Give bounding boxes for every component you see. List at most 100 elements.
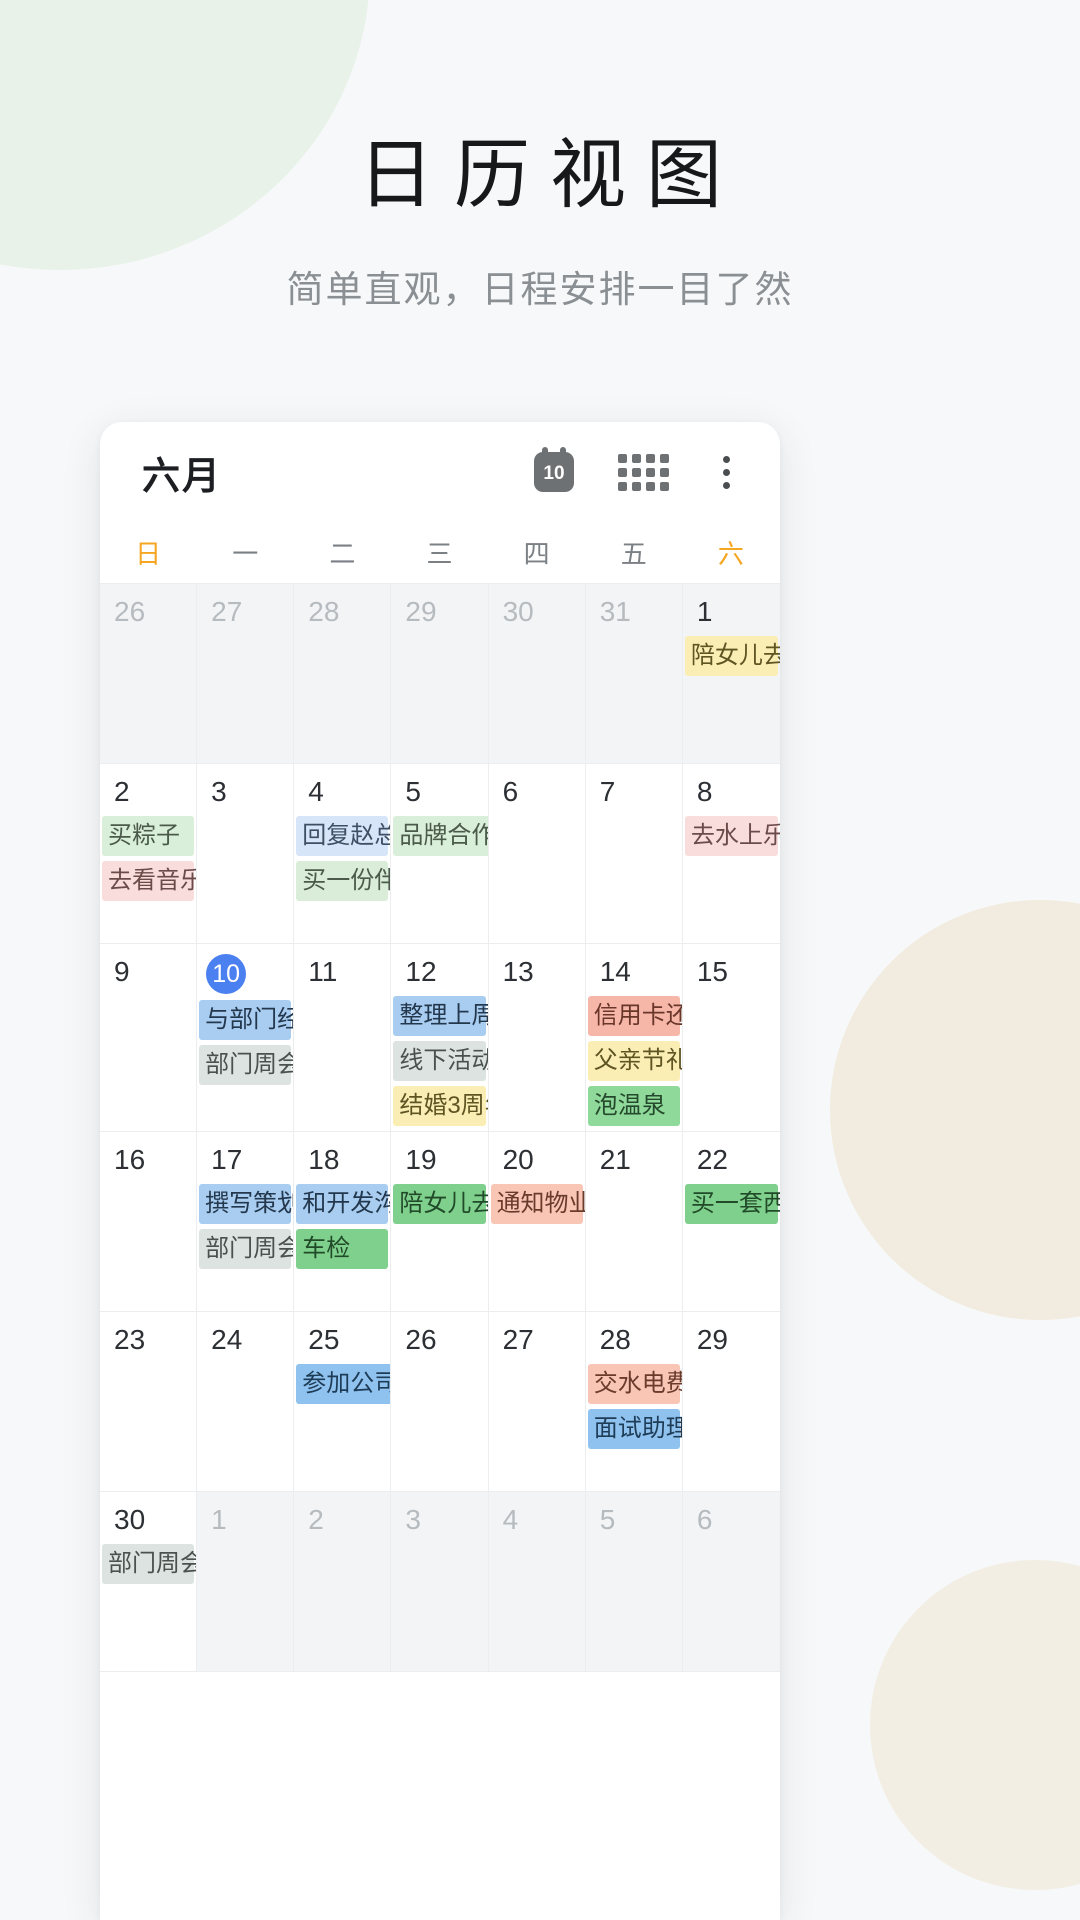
day-number: 23 (114, 1324, 146, 1355)
day-events: 陪女儿去看展 (391, 1184, 488, 1224)
calendar-day-cell[interactable]: 13 (489, 944, 586, 1131)
calendar-event[interactable]: 撰写策划方案 (199, 1184, 293, 1224)
weekday-label-0: 日 (135, 539, 163, 569)
calendar-event[interactable]: 和开发沟通进度 (296, 1184, 390, 1224)
calendar-day-cell[interactable]: 6 (489, 764, 586, 943)
calendar-day-cell[interactable]: 27 (197, 584, 295, 763)
calendar-week-row: 2 买粽子去看音乐节 3 4 回复赵总邮件买一份伴手礼 5 品牌合作会议 6 7 8 去水上乐园玩 (100, 764, 780, 944)
day-number: 28 (599, 1324, 631, 1355)
calendar-day-cell[interactable]: 6 (682, 1492, 780, 1671)
calendar-day-cell[interactable]: 4 (488, 1492, 586, 1671)
day-number: 5 (405, 776, 421, 807)
day-number: 26 (114, 596, 146, 627)
calendar-day-cell[interactable]: 3 (197, 764, 295, 943)
day-number: 27 (211, 596, 243, 627)
calendar-event[interactable]: 部门周会 (199, 1045, 293, 1085)
calendar-day-cell[interactable]: 9 (100, 944, 198, 1131)
day-number: 6 (502, 776, 519, 807)
calendar-event[interactable]: 参加公司培训 (296, 1364, 391, 1404)
calendar-day-cell[interactable]: 25 参加公司培训 (294, 1312, 392, 1491)
month-label: 六月 (142, 455, 223, 498)
calendar-day-cell[interactable]: 4 回复赵总邮件买一份伴手礼 (294, 764, 392, 943)
calendar-day-cell[interactable]: 5 (585, 1492, 683, 1671)
calendar-day-cell[interactable]: 29 (391, 584, 489, 763)
decorative-blob-beige-secondary (870, 1560, 1080, 1890)
day-number: 24 (211, 1324, 243, 1355)
calendar-event[interactable]: 去看音乐节 (102, 861, 196, 901)
calendar-event[interactable]: 信用卡还款 (587, 996, 682, 1036)
calendar-day-cell[interactable]: 22 买一套西装 (683, 1132, 780, 1311)
calendar-day-cell[interactable]: 3 (391, 1492, 489, 1671)
calendar-event[interactable]: 买粽子 (102, 816, 195, 856)
calendar-day-cell[interactable]: 11 (294, 944, 392, 1131)
calendar-day-cell[interactable]: 8 去水上乐园玩 (683, 764, 780, 943)
weekday-label-4: 四 (523, 539, 551, 569)
day-number: 29 (405, 596, 437, 627)
calendar-event[interactable]: 买一套西装 (684, 1184, 780, 1224)
calendar-day-cell[interactable]: 20 通知物业维修 (489, 1132, 586, 1311)
calendar-event[interactable]: 与部门经理沟通 (199, 1000, 293, 1040)
day-events: 撰写策划方案部门周会 (197, 1184, 293, 1269)
calendar-day-cell[interactable]: 14 信用卡还款父亲节礼物泡温泉 (586, 944, 683, 1131)
calendar-day-cell[interactable]: 30 (488, 584, 586, 763)
calendar-event[interactable]: 泡温泉 (587, 1086, 680, 1126)
calendar-event[interactable]: 整理上周数据 (393, 996, 488, 1036)
calendar-day-cell[interactable]: 19 陪女儿去看展 (391, 1132, 489, 1311)
calendar-event[interactable]: 父亲节礼物 (587, 1041, 682, 1081)
calendar-event[interactable]: 车检 (296, 1229, 389, 1269)
calendar-day-cell[interactable]: 7 (586, 764, 683, 943)
day-number: 9 (114, 956, 130, 987)
calendar-day-cell[interactable]: 12 整理上周数据线下活动策划结婚3周年 (391, 944, 489, 1131)
calendar-event[interactable]: 部门周会 (199, 1229, 293, 1269)
day-number: 21 (599, 1144, 631, 1175)
calendar-day-cell[interactable]: 2 买粽子去看音乐节 (100, 764, 198, 943)
calendar-event[interactable]: 通知物业维修 (490, 1184, 585, 1224)
calendar-day-cell[interactable]: 26 (100, 584, 198, 763)
calendar-day-cell[interactable]: 30 部门周会 (100, 1492, 198, 1671)
calendar-day-cell[interactable]: 28 交水电费面试助理岗 (586, 1312, 683, 1491)
calendar-event[interactable]: 结婚3周年 (393, 1086, 488, 1126)
calendar-day-cell[interactable]: 26 (391, 1312, 489, 1491)
calendar-event[interactable]: 交水电费 (587, 1364, 682, 1404)
calendar-day-cell[interactable]: 17 撰写策划方案部门周会 (197, 1132, 295, 1311)
calendar-event[interactable]: 部门周会 (102, 1544, 196, 1584)
calendar-event[interactable]: 品牌合作会议 (393, 816, 488, 856)
calendar-day-cell[interactable]: 31 (585, 584, 683, 763)
calendar-day-cell[interactable]: 18 和开发沟通进度车检 (294, 1132, 392, 1311)
calendar-day-cell[interactable]: 16 (100, 1132, 198, 1311)
calendar-day-cell[interactable]: 10 与部门经理沟通部门周会 (197, 944, 295, 1131)
day-number: 28 (308, 596, 340, 627)
calendar-day-cell[interactable]: 15 (683, 944, 780, 1131)
day-number: 26 (405, 1324, 437, 1355)
calendar-week-row: 9 10 与部门经理沟通部门周会 11 12 整理上周数据线下活动策划结婚3周年 13 14 信… (100, 944, 780, 1132)
today-calendar-icon[interactable]: 10 (534, 447, 574, 492)
calendar-day-cell[interactable]: 1 陪女儿去看电影 (683, 584, 780, 763)
calendar-day-cell[interactable]: 2 (294, 1492, 392, 1671)
day-number: 31 (599, 596, 631, 627)
grid-view-icon[interactable] (618, 453, 669, 491)
calendar-day-cell[interactable]: 23 (100, 1312, 198, 1491)
calendar-event[interactable]: 线下活动策划 (393, 1041, 488, 1081)
day-events: 买一套西装 (683, 1184, 780, 1224)
more-options-icon[interactable] (713, 454, 740, 491)
calendar-event[interactable]: 买一份伴手礼 (296, 861, 390, 901)
day-number: 14 (599, 956, 631, 987)
calendar-week-row: 30 部门周会 1 2 3 4 5 6 (100, 1492, 780, 1672)
calendar-day-cell[interactable]: 24 (197, 1312, 295, 1491)
calendar-day-cell[interactable]: 27 (489, 1312, 586, 1491)
calendar-week-row: 23 24 25 参加公司培训 26 27 28 交水电费面试助理岗 29 (100, 1312, 780, 1492)
calendar-event[interactable]: 陪女儿去看展 (393, 1184, 488, 1224)
calendar-event[interactable]: 去水上乐园玩 (684, 816, 780, 856)
calendar-event[interactable]: 回复赵总邮件 (296, 816, 390, 856)
calendar-event[interactable]: 面试助理岗 (587, 1409, 682, 1449)
calendar-event[interactable]: 陪女儿去看电影 (684, 636, 780, 676)
decorative-blob-beige (830, 900, 1080, 1320)
calendar-day-cell[interactable]: 21 (586, 1132, 683, 1311)
calendar-day-cell[interactable]: 29 (683, 1312, 780, 1491)
calendar-day-cell[interactable]: 28 (294, 584, 392, 763)
calendar-day-cell[interactable]: 5 品牌合作会议 (391, 764, 489, 943)
day-number: 8 (696, 776, 713, 807)
day-events: 参加公司培训 (294, 1364, 391, 1404)
calendar-day-cell[interactable]: 1 (197, 1492, 295, 1671)
day-number: 19 (405, 1144, 437, 1175)
